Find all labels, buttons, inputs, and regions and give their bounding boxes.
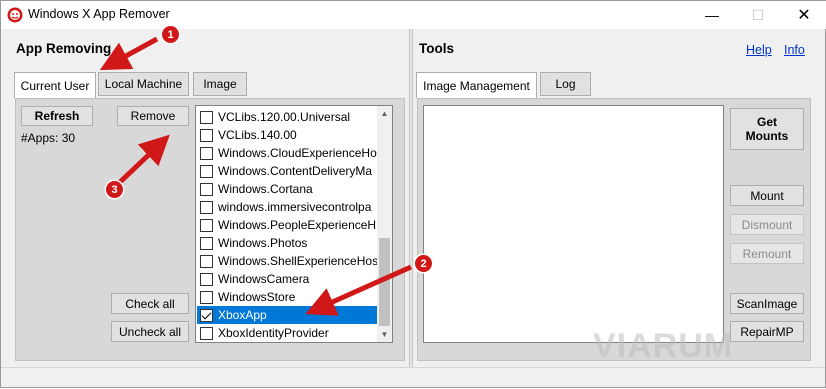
- info-link[interactable]: Info: [784, 43, 805, 57]
- scroll-up-icon[interactable]: ▲: [377, 106, 392, 121]
- arrow-1: [99, 36, 159, 71]
- app-label: windows.immersivecontrolpa: [218, 200, 372, 214]
- watermark-logo: VIARUM: [593, 327, 734, 365]
- scanimage-button[interactable]: ScanImage: [730, 293, 804, 314]
- app-list-item[interactable]: Windows.Photos: [197, 234, 379, 252]
- repairmp-button[interactable]: RepairMP: [730, 321, 804, 342]
- app-removing-title: App Removing: [16, 41, 112, 56]
- dismount-button: Dismount: [730, 214, 804, 235]
- remove-button[interactable]: Remove: [117, 106, 189, 126]
- refresh-button[interactable]: Refresh: [21, 106, 93, 126]
- app-label: Windows.ShellExperienceHos: [218, 254, 379, 268]
- app-checkbox[interactable]: [200, 200, 213, 214]
- tab-image[interactable]: Image: [193, 72, 247, 96]
- step-badge-2: 2: [415, 255, 432, 272]
- app-list-item[interactable]: WindowsCamera: [197, 270, 379, 288]
- status-bar: [1, 367, 825, 387]
- app-checkbox[interactable]: [200, 164, 213, 178]
- app-label: Windows.Photos: [218, 236, 308, 250]
- app-list-item[interactable]: WindowsStore: [197, 288, 379, 306]
- app-list-item[interactable]: windows.immersivecontrolpa: [197, 198, 379, 216]
- app-list-item[interactable]: VCLibs.140.00: [197, 126, 379, 144]
- mounts-list[interactable]: [423, 105, 724, 343]
- help-link[interactable]: Help: [746, 43, 772, 57]
- app-label: WindowsStore: [218, 290, 296, 304]
- scroll-thumb[interactable]: [379, 238, 390, 326]
- app-label: Windows.ContentDeliveryMa: [218, 164, 373, 178]
- apps-checklist: VCLibs.120.00.Universal VCLibs.140.00 Wind…: [195, 105, 393, 343]
- app-list-item[interactable]: XboxApp: [197, 306, 379, 324]
- close-icon[interactable]: ✕: [781, 1, 826, 29]
- title-bar: Windows X App Remover — ☐ ✕: [1, 1, 826, 29]
- app-label: VCLibs.120.00.Universal: [218, 110, 351, 124]
- app-checkbox[interactable]: [200, 326, 213, 340]
- app-label: Windows.CloudExperienceHo: [218, 146, 377, 160]
- app-label: XboxIdentityProvider: [218, 326, 329, 340]
- get-mounts-button[interactable]: Get Mounts: [730, 108, 804, 150]
- app-checkbox[interactable]: [200, 254, 213, 268]
- splitter[interactable]: [409, 29, 413, 367]
- app-checkbox[interactable]: [200, 218, 213, 232]
- app-list-item[interactable]: Windows.ContentDeliveryMa: [197, 162, 379, 180]
- app-checkbox[interactable]: [200, 110, 213, 124]
- minimize-icon[interactable]: —: [689, 1, 735, 29]
- scroll-down-icon[interactable]: ▼: [377, 327, 392, 342]
- app-label: Windows.PeopleExperienceH: [218, 218, 377, 232]
- app-list-item[interactable]: Windows.PeopleExperienceH: [197, 216, 379, 234]
- app-list-item[interactable]: Windows.ShellExperienceHos: [197, 252, 379, 270]
- app-window: Windows X App Remover — ☐ ✕ App Removing…: [0, 0, 826, 388]
- step-badge-3: 3: [106, 181, 123, 198]
- app-checkbox[interactable]: [200, 128, 213, 142]
- app-label: WindowsCamera: [218, 272, 310, 286]
- app-list-item[interactable]: Windows.Cortana: [197, 180, 379, 198]
- app-label: XboxApp: [218, 308, 267, 322]
- app-list-item[interactable]: XboxIdentityProvider: [197, 324, 379, 342]
- tab-image-management[interactable]: Image Management: [416, 72, 537, 98]
- check-all-button[interactable]: Check all: [111, 293, 189, 314]
- app-checkbox[interactable]: [200, 146, 213, 160]
- tools-title: Tools: [419, 41, 454, 56]
- step-badge-1: 1: [162, 26, 179, 43]
- tab-log[interactable]: Log: [540, 72, 591, 96]
- mount-button[interactable]: Mount: [730, 185, 804, 206]
- app-list-item[interactable]: Windows.CloudExperienceHo: [197, 144, 379, 162]
- app-checkbox[interactable]: [200, 236, 213, 250]
- maximize-icon: ☐: [751, 6, 765, 23]
- app-label: VCLibs.140.00: [218, 128, 297, 142]
- app-logo-icon: [7, 7, 23, 23]
- uncheck-all-button[interactable]: Uncheck all: [111, 321, 189, 342]
- app-label: Windows.Cortana: [218, 182, 313, 196]
- app-checkbox[interactable]: [200, 182, 213, 196]
- tab-local-machine[interactable]: Local Machine: [98, 72, 189, 96]
- tab-current-user[interactable]: Current User: [14, 72, 96, 98]
- app-checkbox[interactable]: [200, 272, 213, 286]
- window-title: Windows X App Remover: [28, 7, 170, 21]
- apps-scrollbar[interactable]: ▲ ▼: [377, 106, 392, 342]
- app-list-item[interactable]: VCLibs.120.00.Universal: [197, 108, 379, 126]
- app-checkbox[interactable]: [200, 290, 213, 304]
- app-checkbox[interactable]: [200, 308, 213, 322]
- apps-count: #Apps: 30: [21, 131, 76, 145]
- remount-button: Remount: [730, 243, 804, 264]
